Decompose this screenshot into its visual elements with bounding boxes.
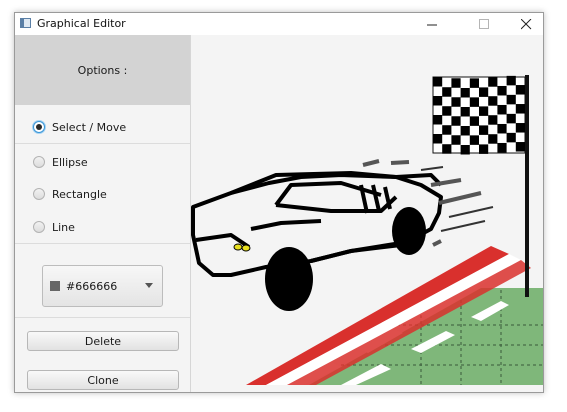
tool-rectangle-label: Rectangle (52, 187, 107, 201)
flag-square (497, 123, 507, 134)
flag-square (442, 125, 452, 135)
tool-select-move[interactable]: Select / Move (33, 117, 126, 137)
flag-square (469, 97, 479, 107)
radio-line[interactable] (33, 221, 45, 233)
divider (15, 243, 190, 244)
tool-ellipse-label: Ellipse (52, 155, 88, 169)
rear-wheel (265, 247, 313, 311)
flag-square (497, 142, 507, 153)
close-icon (520, 18, 531, 29)
tool-line-label: Line (52, 220, 75, 234)
color-picker[interactable]: #666666 (42, 265, 163, 307)
options-sidebar: Options : Select / Move Ellipse Rectangl… (15, 35, 191, 392)
canvas-drawing (191, 75, 543, 385)
tool-rectangle[interactable]: Rectangle (33, 184, 107, 204)
checkered-flag (432, 75, 526, 155)
flag-square (515, 104, 525, 114)
window-title: Graphical Editor (37, 17, 126, 30)
chevron-down-icon (145, 283, 153, 288)
delete-button[interactable]: Delete (27, 331, 179, 351)
drawing-canvas[interactable] (191, 35, 543, 392)
maximize-button[interactable] (467, 13, 501, 35)
flag-square (497, 104, 507, 115)
flag-square (460, 125, 470, 136)
front-wheel (392, 207, 426, 255)
flag-square (488, 96, 498, 106)
flag-square (433, 134, 443, 144)
flag-square (442, 144, 452, 154)
tool-select-move-label: Select / Move (52, 120, 127, 134)
flag-square (460, 87, 470, 98)
flag-square (488, 115, 498, 125)
flag-square (488, 77, 498, 87)
flag-square (433, 115, 443, 125)
flag-square (515, 85, 525, 95)
options-header: Options : (15, 35, 190, 105)
app-window: Graphical Editor Options : Select / Move… (14, 12, 544, 393)
flag-square (460, 106, 470, 117)
flag-square (506, 75, 516, 86)
minimize-icon (426, 24, 437, 25)
app-icon (20, 18, 31, 28)
flag-square (488, 134, 498, 144)
flag-square (497, 85, 507, 96)
flag-square (506, 132, 516, 143)
headlights (233, 243, 251, 252)
clone-button[interactable]: Clone (27, 370, 179, 390)
flag-square (515, 123, 525, 133)
flag-square (451, 135, 461, 145)
tool-line[interactable]: Line (33, 217, 75, 237)
radio-select-move[interactable] (33, 121, 45, 133)
flag-square (506, 94, 516, 105)
flag-square (442, 87, 452, 97)
flag-square (515, 142, 525, 152)
color-swatch (50, 281, 60, 291)
flag-square (433, 96, 443, 106)
flag-square (479, 125, 489, 135)
flag-square (451, 78, 461, 88)
flag-square (479, 106, 489, 116)
close-button[interactable] (509, 13, 543, 35)
flag-square (451, 97, 461, 107)
flag-square (479, 144, 489, 154)
flag-square (479, 87, 489, 97)
maximize-icon (478, 18, 489, 29)
tool-ellipse[interactable]: Ellipse (33, 152, 88, 172)
flag-square (469, 116, 479, 126)
minimize-button[interactable] (415, 13, 449, 35)
flag-square (469, 135, 479, 145)
title-bar[interactable]: Graphical Editor (15, 13, 543, 35)
flag-square (442, 106, 452, 116)
flag-square (433, 77, 443, 87)
flag-square (460, 144, 470, 155)
radio-ellipse[interactable] (33, 156, 45, 168)
color-value: #666666 (66, 279, 118, 293)
divider (15, 317, 190, 318)
divider (15, 143, 190, 144)
flag-square (506, 113, 516, 124)
radio-rectangle[interactable] (33, 188, 45, 200)
flag-square (469, 78, 479, 88)
flag-square (451, 116, 461, 126)
